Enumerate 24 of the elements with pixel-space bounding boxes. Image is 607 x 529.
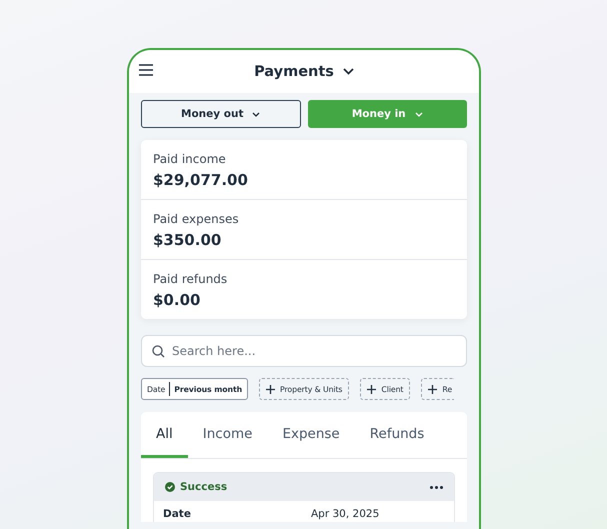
plus-icon [367, 384, 376, 394]
field-value: Apr 30, 2025 [311, 508, 380, 520]
field-label: Date [163, 508, 192, 520]
status-label: Success [180, 481, 228, 493]
check-circle-icon [165, 482, 175, 492]
more-icon[interactable] [430, 486, 443, 488]
plus-icon [428, 384, 438, 394]
plus-icon [266, 384, 276, 394]
direction-button[interactable]: Money out [141, 100, 300, 128]
chevron-icon [252, 112, 260, 116]
chevron-icon [342, 68, 354, 75]
search-field[interactable]: Search here... [141, 335, 467, 367]
summary-label: Paid income [153, 152, 227, 166]
summary-amount: $0.00 [153, 291, 202, 309]
tab[interactable]: Refunds [354, 412, 440, 458]
tab[interactable]: Expense [267, 412, 355, 458]
summary-label: Paid refunds [153, 272, 228, 286]
chevron-icon [414, 112, 423, 116]
summary-amount: $350.00 [153, 231, 222, 249]
page-title-dropdown[interactable]: Payments [254, 64, 354, 80]
summary-label: Paid expenses [153, 212, 240, 226]
menu-icon[interactable] [139, 64, 153, 76]
tab[interactable]: Income [188, 412, 268, 458]
summary-amount: $29,077.00 [153, 171, 249, 189]
